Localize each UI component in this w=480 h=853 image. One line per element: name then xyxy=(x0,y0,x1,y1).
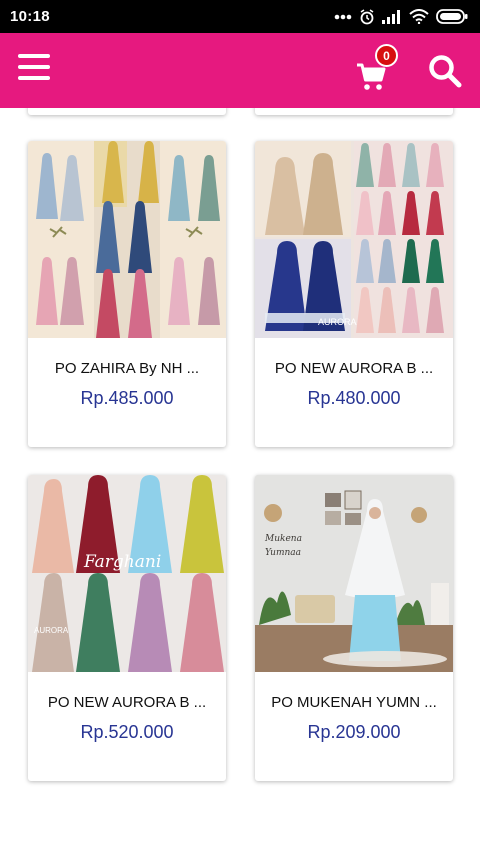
yumnaa-title-text: Yumnaa xyxy=(265,548,301,558)
status-time: 10:18 xyxy=(10,8,50,25)
alarm-icon xyxy=(360,8,374,24)
product-price: Rp.209.000 xyxy=(307,722,401,742)
mukena-title-text: Mukena xyxy=(264,534,302,544)
product-image: Mukena Yumnaa xyxy=(255,475,453,672)
product-card-partial[interactable] xyxy=(28,108,226,115)
more-dots-icon xyxy=(334,14,352,19)
product-name: PO NEW AURORA B ... xyxy=(274,360,434,377)
aurora-brand-text: AURORA xyxy=(34,626,69,635)
product-image xyxy=(28,141,226,338)
product-name: PO NEW AURORA B ... xyxy=(47,694,207,711)
cart-badge: 0 xyxy=(375,44,398,67)
cart-button[interactable]: 0 xyxy=(356,44,398,91)
product-card[interactable]: Farghani AURORA PO NEW AURORA B ... Rp.5… xyxy=(28,475,226,781)
product-card[interactable]: Mukena Yumnaa PO MUKENAH YUMN ... Rp.209… xyxy=(255,475,453,781)
product-grid[interactable]: PO ZAHIRA By NH ... Rp.485.000 AURORA PO… xyxy=(0,108,480,853)
product-card-partial[interactable] xyxy=(255,108,453,115)
menu-icon[interactable] xyxy=(18,54,50,84)
status-icons xyxy=(334,8,468,25)
status-bar: 10:18 xyxy=(0,0,480,33)
product-price: Rp.480.000 xyxy=(307,388,401,408)
aurora-brand-text: AURORA xyxy=(318,317,357,327)
product-image: Farghani AURORA xyxy=(28,475,226,672)
product-price: Rp.485.000 xyxy=(80,388,174,408)
product-price: Rp.520.000 xyxy=(80,722,174,742)
product-image: AURORA xyxy=(255,141,453,338)
battery-icon xyxy=(436,9,468,24)
search-icon[interactable] xyxy=(427,53,463,89)
product-name: PO ZAHIRA By NH ... xyxy=(54,360,200,377)
signal-icon xyxy=(382,9,400,24)
product-card[interactable]: PO ZAHIRA By NH ... Rp.485.000 xyxy=(28,141,226,447)
app-bar: 0 xyxy=(0,33,480,108)
farghani-script-text: Farghani xyxy=(83,552,161,572)
product-card[interactable]: AURORA PO NEW AURORA B ... Rp.480.000 xyxy=(255,141,453,447)
product-name: PO MUKENAH YUMN ... xyxy=(271,694,437,711)
wifi-icon xyxy=(409,9,429,24)
